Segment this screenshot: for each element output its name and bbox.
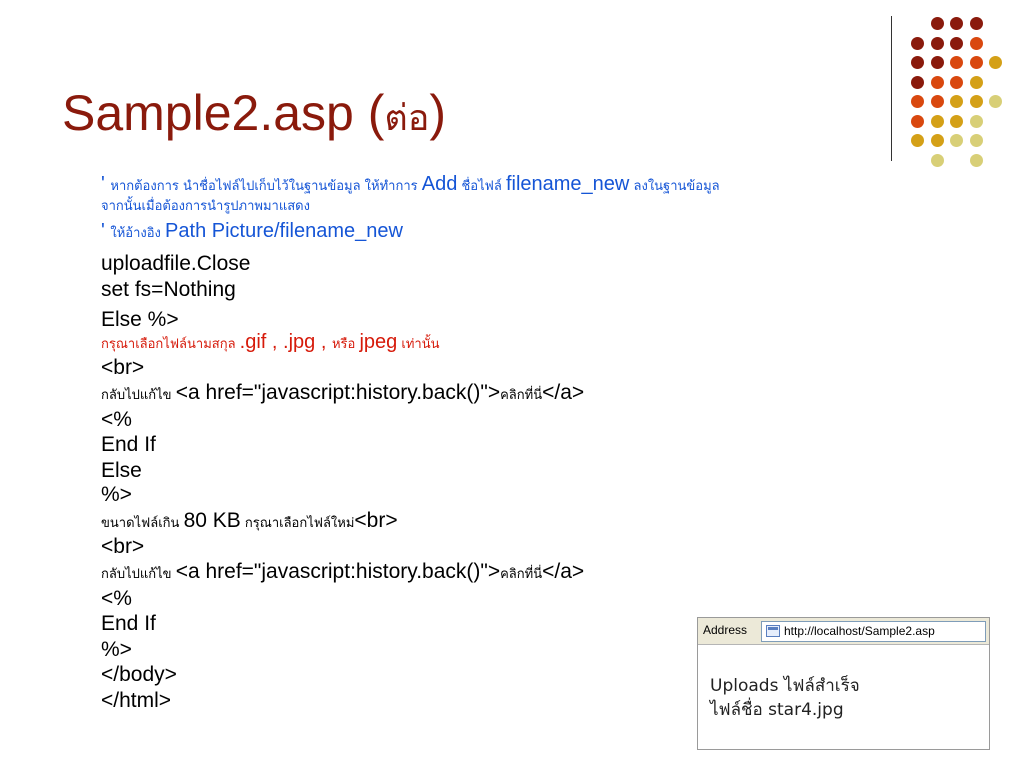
decorative-dot [911, 75, 924, 89]
code-line-br: <br> [101, 356, 145, 379]
uploaded-file-name: ไฟล์ชื่อ star4.jpg [710, 700, 844, 720]
decorative-dot [950, 134, 963, 147]
decorative-dot [930, 95, 944, 108]
decorative-dot [969, 114, 983, 128]
decorative-dot [911, 114, 924, 128]
comment-line-2: จากนั้นเมื่อต้องการนำรูปภาพมาแสดง [101, 199, 310, 214]
code-line-back-link: กลับไปแก้ไข <a href="javascript:history.… [101, 381, 585, 404]
decorative-dot [911, 95, 924, 108]
decorative-dot [969, 75, 983, 89]
decorative-dot [911, 56, 924, 69]
decorative-dot [969, 153, 983, 167]
decorative-dot [930, 114, 944, 128]
decorative-dot [969, 17, 983, 30]
decorative-dot [930, 17, 944, 30]
address-label: Address [703, 623, 748, 637]
decorative-dot [969, 95, 983, 108]
address-bar: Address http://localhost/Sample2.asp [698, 618, 989, 645]
decorative-dot [969, 56, 983, 69]
decorative-dot [989, 95, 1002, 108]
decorative-dot [950, 17, 963, 30]
browser-window-screenshot: Address http://localhost/Sample2.asp Upl… [697, 617, 990, 750]
decorative-dot [930, 134, 944, 147]
browser-page-content: Uploads ไฟล์สำเร็จ ไฟล์ชื่อ star4.jpg [710, 674, 860, 722]
comment-line-3: ' ให้อ้างอิง Path Picture/filename_new [101, 220, 403, 242]
decorative-dot [969, 36, 983, 50]
vertical-divider [891, 16, 892, 161]
code-line-else: Else %> [101, 308, 179, 331]
message-file-size: ขนาดไฟล์เกิน 80 KB กรุณาเลือกไฟล์ใหม่<br… [101, 509, 398, 532]
slide-title: Sample2.asp (ต่อ) [62, 85, 447, 141]
code-line-br-2: <br> [101, 535, 145, 558]
decorative-dot [930, 75, 944, 89]
code-line-asp-open-2: <% [101, 587, 132, 610]
url-field[interactable]: http://localhost/Sample2.asp [761, 621, 986, 642]
decorative-dot [950, 56, 963, 69]
upload-success-message: Uploads ไฟล์สำเร็จ [710, 676, 860, 696]
decorative-dot [950, 75, 963, 89]
decorative-dot [930, 153, 944, 167]
message-file-type: กรุณาเลือกไฟล์นามสกุล .gif , .jpg , หรือ… [101, 331, 440, 353]
code-line-asp-open: <% [101, 408, 132, 431]
comment-line-1: ' หากต้องการ นำชื่อไฟล์ไปเก็บไว้ในฐานข้อ… [101, 173, 720, 195]
code-line-end-if: End If [101, 433, 156, 456]
decorative-dot [989, 56, 1002, 69]
decorative-dot [950, 114, 963, 128]
decorative-dot [969, 134, 983, 147]
decorative-dot [930, 36, 944, 50]
code-line-uploadfile-close: uploadfile.Close [101, 252, 251, 275]
decorative-dot [950, 36, 963, 50]
decorative-dot [911, 134, 924, 147]
code-line-else-2: Else [101, 459, 142, 482]
code-line-set-fs: set fs=Nothing [101, 278, 236, 301]
decorative-dot [950, 95, 963, 108]
url-text: http://localhost/Sample2.asp [784, 624, 935, 638]
decorative-dot [911, 36, 924, 50]
code-line-back-link-2: กลับไปแก้ไข <a href="javascript:history.… [101, 560, 585, 583]
page-icon [766, 625, 780, 637]
code-line-asp-close: %> [101, 483, 132, 506]
decorative-dot [930, 56, 944, 69]
